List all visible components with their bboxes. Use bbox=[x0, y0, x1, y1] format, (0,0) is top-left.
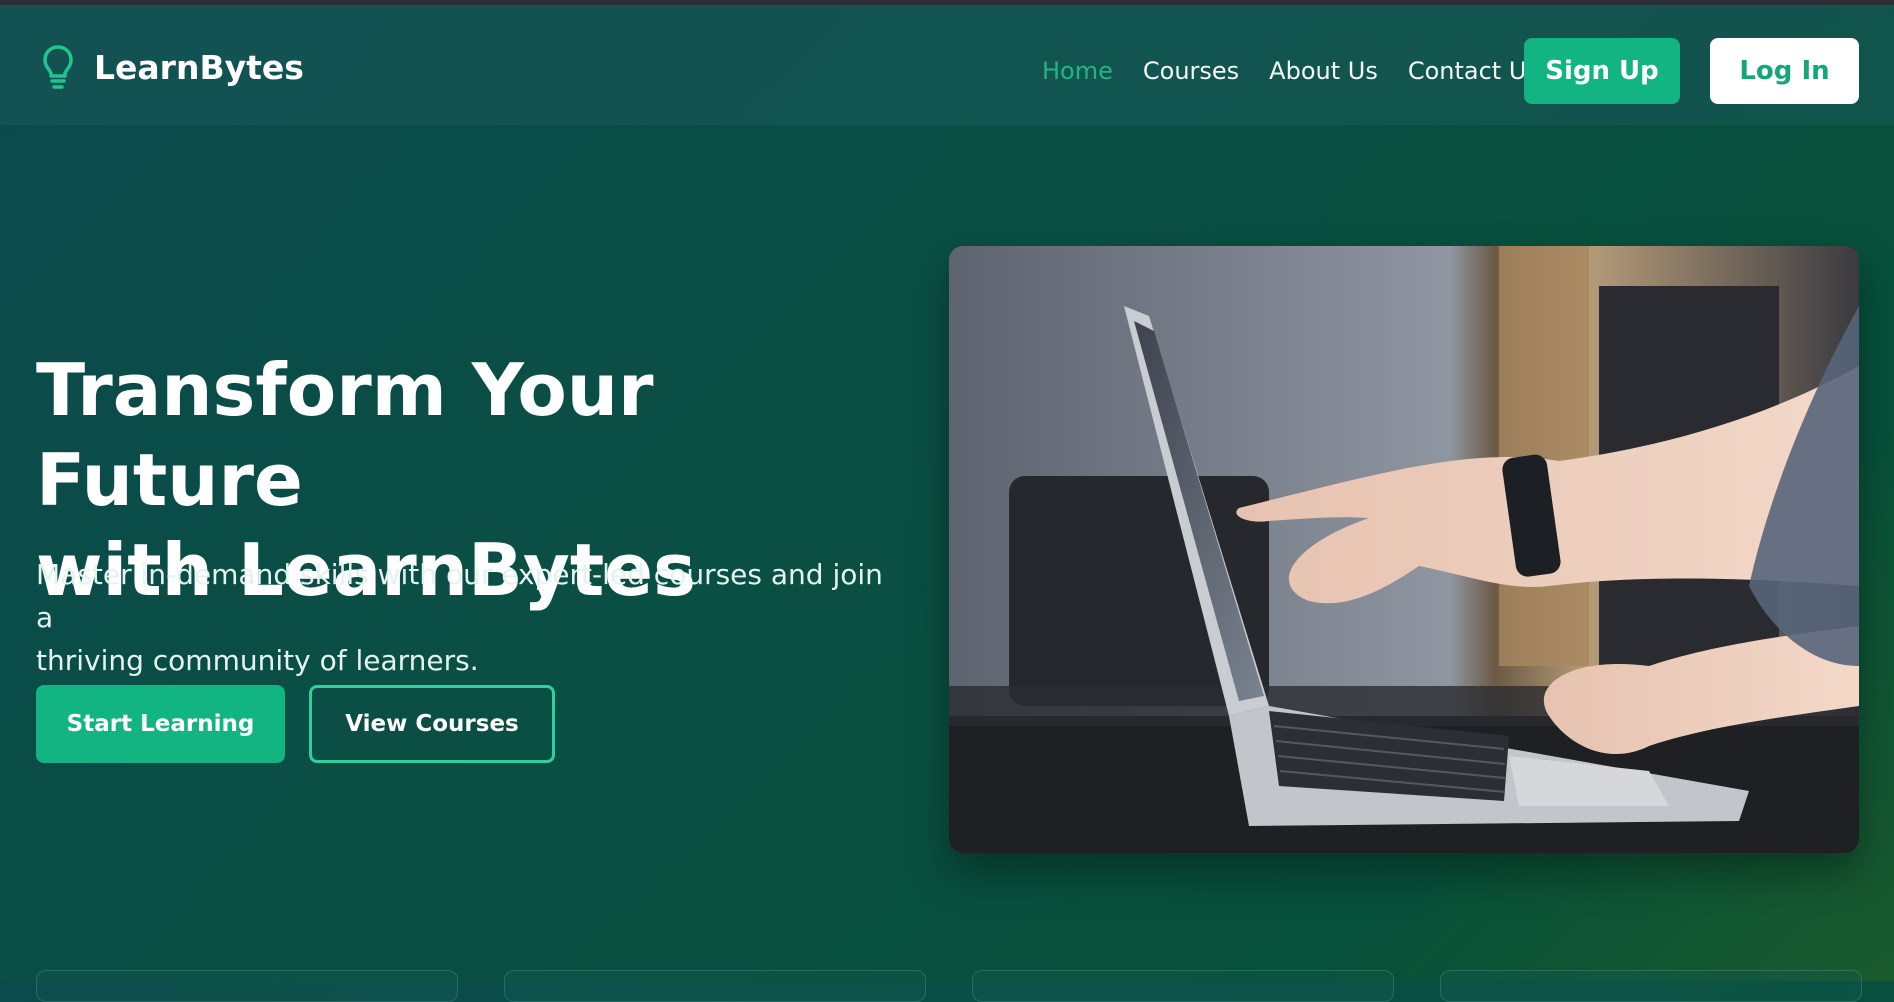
nav-link-contact-us[interactable]: Contact Us bbox=[1408, 57, 1539, 85]
nav-link-about-us[interactable]: About Us bbox=[1269, 57, 1378, 85]
feature-card-4 bbox=[1440, 970, 1862, 1002]
hero-image bbox=[949, 246, 1859, 853]
feature-card-3 bbox=[972, 970, 1394, 1002]
hero-title-line1: Transform Your Future bbox=[36, 348, 654, 522]
lightbulb-icon bbox=[40, 43, 76, 91]
log-in-button[interactable]: Log In bbox=[1710, 38, 1859, 104]
laptop-photo-illustration bbox=[949, 246, 1859, 853]
feature-card-2 bbox=[504, 970, 926, 1002]
hero-subtitle: Master in-demand skills with our expert-… bbox=[36, 553, 896, 682]
feature-card-1 bbox=[36, 970, 458, 1002]
sign-up-button[interactable]: Sign Up bbox=[1524, 38, 1680, 104]
view-courses-button[interactable]: View Courses bbox=[309, 685, 555, 763]
brand-name: LearnBytes bbox=[94, 47, 304, 87]
hero-subtitle-line2: thriving community of learners. bbox=[36, 644, 479, 677]
nav-links: Home Courses About Us Contact Us bbox=[1042, 57, 1569, 85]
navbar: LearnBytes Home Courses About Us Contact… bbox=[0, 5, 1894, 125]
brand-logo[interactable]: LearnBytes bbox=[40, 43, 304, 91]
nav-link-home[interactable]: Home bbox=[1042, 57, 1113, 85]
hero-subtitle-line1: Master in-demand skills with our expert-… bbox=[36, 558, 883, 634]
nav-link-courses[interactable]: Courses bbox=[1143, 57, 1239, 85]
start-learning-button[interactable]: Start Learning bbox=[36, 685, 285, 763]
